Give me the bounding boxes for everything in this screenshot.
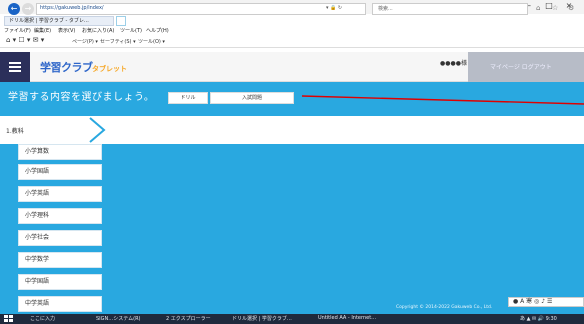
page-title: 学習する内容を選びましょう。	[8, 92, 155, 103]
taskbar-app[interactable]: SIGN…システム(R)	[96, 315, 141, 322]
taskbar-app[interactable]: ドリル選択 | 学習クラブ…	[232, 315, 292, 322]
tools-menu[interactable]: ツール(O) ▾	[138, 38, 165, 45]
app-logo-sub: タブレット	[92, 65, 127, 73]
tab-drill[interactable]: ドリル	[168, 92, 208, 104]
address-icons[interactable]: ▾ 🔒 ↻	[326, 5, 342, 11]
home-cmd-icon[interactable]: ⌂ ▾ ☐ ▾ ✉ ▾	[6, 36, 44, 44]
subject-button[interactable]: 小学算数	[18, 144, 102, 160]
taskbar-search[interactable]: ここに入力	[30, 315, 55, 322]
menu-edit[interactable]: 編集(E)	[34, 27, 51, 34]
browser-tab[interactable]: ドリル選択 | 学習クラブ - タブレ…	[4, 16, 114, 26]
tab-entrance-exam[interactable]: 入試問題	[210, 92, 294, 104]
home-icon[interactable]: ⌂	[536, 4, 540, 12]
page-menu[interactable]: ページ(P) ▾	[72, 38, 98, 45]
subject-button[interactable]: 中学数学	[18, 252, 102, 268]
menu-view[interactable]: 表示(V)	[58, 27, 75, 34]
search-input[interactable]	[372, 3, 528, 15]
account-links[interactable]: マイページ ログアウト	[490, 62, 552, 71]
step-label: 1.教科	[6, 128, 24, 135]
windows-start-icon[interactable]	[4, 315, 14, 323]
taskbar-app[interactable]: Untitled AA - Internet…	[318, 315, 376, 321]
app-logo[interactable]: 学習クラブ	[40, 59, 93, 75]
subject-button[interactable]: 小学英語	[18, 186, 102, 202]
subject-button[interactable]: 小学国語	[18, 164, 102, 180]
back-button[interactable]: ←	[8, 3, 20, 15]
menu-file[interactable]: ファイル(F)	[4, 27, 31, 34]
menu-tools[interactable]: ツール(T)	[120, 27, 142, 34]
address-url: https://gakuweb.jp/index/	[40, 5, 104, 11]
accessibility-toolbar[interactable]: ● A 寒 ◎ ♪ ☰	[508, 297, 584, 307]
menu-favorites[interactable]: お気に入り(A)	[82, 27, 114, 34]
subject-button[interactable]: 中学英語	[18, 296, 102, 312]
copyright-text: Copyright © 2014-2022 Gakuweb Co., Ltd.	[396, 305, 493, 310]
menu-help[interactable]: ヘルプ(H)	[146, 27, 169, 34]
favorites-icon[interactable]: ☆	[552, 4, 558, 12]
new-tab-button[interactable]	[116, 16, 126, 26]
chevron-right-icon[interactable]	[88, 116, 108, 144]
menu-icon[interactable]	[0, 52, 30, 82]
subject-button[interactable]: 中学国語	[18, 274, 102, 290]
system-tray: あ ▲ ✉ 🔊 9:30	[520, 316, 557, 322]
safety-menu[interactable]: セーフティ(S) ▾	[100, 38, 136, 45]
taskbar-app[interactable]: 2 エクスプローラー	[166, 315, 211, 322]
user-name: ●●●●様	[440, 60, 467, 67]
taskbar	[0, 314, 584, 324]
subject-button[interactable]: 小学理科	[18, 208, 102, 224]
subject-button[interactable]: 小学社会	[18, 230, 102, 246]
search-placeholder: 検索...	[378, 6, 393, 12]
forward-button[interactable]: →	[22, 3, 34, 15]
settings-icon[interactable]: ⚙	[568, 4, 574, 12]
